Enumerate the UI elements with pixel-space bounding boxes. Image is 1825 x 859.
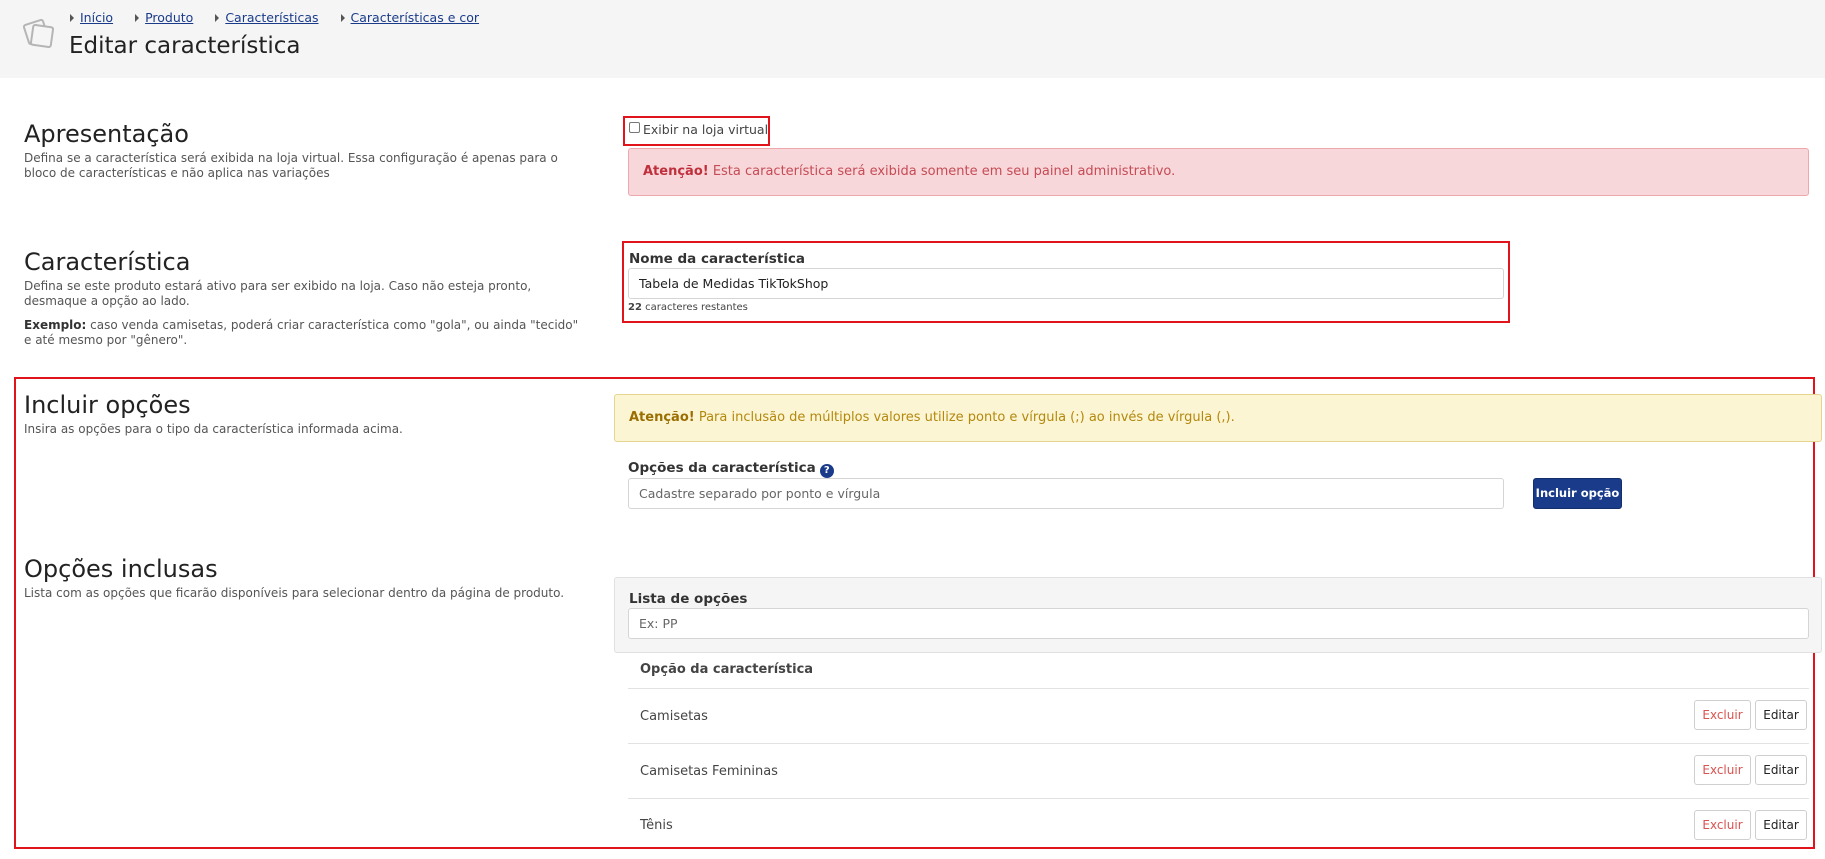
section-title-apresentacao: Apresentação (24, 120, 189, 148)
breadcrumb: Início Produto Características Caracterí… (70, 10, 501, 25)
section-title-opcoes-inclusas: Opções inclusas (24, 555, 218, 583)
alert-danger-strong: Atenção! (643, 164, 709, 179)
row-divider (628, 798, 1809, 799)
alert-warning: Atenção! Para inclusão de múltiplos valo… (614, 394, 1822, 442)
option-label: Camisetas Femininas (640, 764, 778, 779)
option-label: Tênis (640, 818, 673, 833)
row-divider (628, 743, 1809, 744)
section-desc-caracteristica: Defina se este produto estará ativo para… (24, 279, 532, 308)
delete-option-button[interactable]: Excluir (1694, 755, 1751, 785)
section-desc-opcoes-inclusas: Lista com as opções que ficarão disponív… (24, 586, 565, 600)
alert-warning-text: Para inclusão de múltiplos valores utili… (694, 410, 1235, 425)
options-field-label: Opções da característica? (628, 460, 834, 478)
breadcrumb-link-produto[interactable]: Produto (145, 10, 193, 25)
remaining-chars-text: caracteres restantes (641, 302, 748, 313)
breadcrumb-link-caracteristicas-e-cor[interactable]: Características e cor (351, 10, 480, 25)
caret-right-icon (70, 13, 74, 22)
page-title: Editar característica (69, 33, 301, 59)
page-header: Início Produto Características Caracterí… (0, 0, 1825, 78)
characteristic-name-label: Nome da característica (629, 251, 805, 267)
tags-icon (22, 18, 55, 49)
remaining-chars-count: 22 (628, 302, 642, 313)
option-label: Camisetas (640, 709, 708, 724)
alert-danger-text: Esta característica será exibida somente… (708, 164, 1176, 179)
alert-danger: Atenção! Esta característica será exibid… (628, 148, 1809, 196)
edit-option-button[interactable]: Editar (1755, 810, 1807, 840)
delete-option-button[interactable]: Excluir (1694, 700, 1751, 730)
section-desc-incluir-opcoes: Insira as opções para o tipo da caracter… (24, 422, 403, 436)
options-field-label-text: Opções da característica (628, 460, 816, 476)
help-icon[interactable]: ? (819, 464, 834, 478)
caret-right-icon (215, 13, 220, 22)
caret-right-icon (340, 13, 345, 22)
remaining-chars-hint: 22 caracteres restantes (628, 302, 748, 313)
breadcrumb-link-inicio[interactable]: Início (80, 10, 113, 25)
section-example-caracteristica: Exemplo: caso venda camisetas, poderá cr… (24, 318, 584, 348)
options-list-label: Lista de opções (629, 591, 748, 607)
section-title-incluir-opcoes: Incluir opções (24, 391, 191, 419)
add-option-button[interactable]: Incluir opção (1533, 478, 1622, 509)
options-input[interactable]: Cadastre separado por ponto e vírgula (628, 478, 1504, 509)
delete-option-button[interactable]: Excluir (1694, 810, 1751, 840)
breadcrumb-link-caracteristicas[interactable]: Características (225, 10, 318, 25)
edit-option-button[interactable]: Editar (1755, 700, 1807, 730)
section-desc-apresentacao: Defina se a característica será exibida … (24, 151, 558, 180)
characteristic-name-input[interactable]: Tabela de Medidas TikTokShop (628, 268, 1504, 299)
caret-right-icon (135, 13, 140, 22)
example-text: caso venda camisetas, poderá criar carac… (24, 318, 579, 347)
show-in-store-checkbox-wrap[interactable]: Exibir na loja virtual (629, 122, 768, 137)
column-header-option: Opção da característica (640, 662, 814, 677)
row-divider (628, 688, 1809, 689)
show-in-store-checkbox[interactable] (629, 122, 640, 133)
alert-warning-strong: Atenção! (629, 410, 695, 425)
section-title-caracteristica: Característica (24, 248, 191, 276)
show-in-store-label: Exibir na loja virtual (643, 122, 769, 137)
options-filter-input[interactable]: Ex: PP (628, 608, 1809, 639)
edit-option-button[interactable]: Editar (1755, 755, 1807, 785)
example-strong: Exemplo: (24, 318, 87, 332)
